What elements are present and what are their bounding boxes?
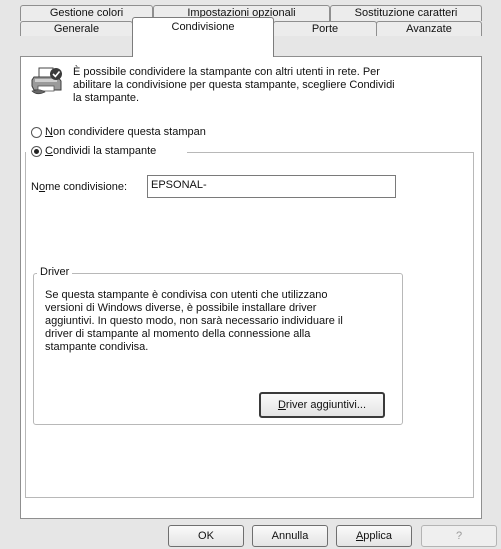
driver-group-title: Driver (37, 266, 73, 279)
share-radio[interactable] (31, 146, 42, 157)
tab-condivisione[interactable]: Condivisione (132, 17, 274, 57)
info-text-line1: È possibile condividere la stampante con… (73, 66, 380, 78)
cancel-button[interactable]: Annulla (252, 525, 328, 547)
driver-text-line2: versioni di Windows diverse, è possibile… (45, 302, 317, 314)
additional-drivers-button[interactable]: Driver aggiuntivi... (259, 392, 385, 418)
share-group-bottom-border (25, 497, 474, 498)
printer-properties-dialog: { "tabs_row1": ["Gestione colori", "Impo… (0, 0, 501, 549)
tab-sostituzione-caratteri[interactable]: Sostituzione caratteri (330, 5, 482, 21)
driver-text-line3: aggiuntivi. In questo modo, non sarà nec… (45, 315, 343, 327)
apply-button[interactable]: Applica (336, 525, 412, 547)
share-group-right-border (473, 152, 474, 497)
share-name-label: Nome condivisione: (31, 181, 128, 193)
driver-text-line4: driver di stampante al momento della con… (45, 328, 311, 340)
not-share-label[interactable]: Non condividere questa stampan (45, 126, 206, 139)
share-group-left-border (25, 152, 26, 497)
shared-printer-icon (31, 65, 65, 97)
share-name-input[interactable]: EPSONAL- (147, 175, 396, 198)
ok-button[interactable]: OK (168, 525, 244, 547)
driver-text-line1: Se questa stampante è condivisa con uten… (45, 289, 328, 301)
tab-avanzate[interactable]: Avanzate (376, 21, 482, 36)
not-share-radio[interactable] (31, 127, 42, 138)
tab-porte[interactable]: Porte (273, 21, 377, 36)
sharing-tab-panel: È possibile condividere la stampante con… (20, 56, 482, 519)
help-button[interactable]: ? (421, 525, 497, 547)
driver-text-line5: stampante condivisa. (45, 341, 149, 353)
info-text-line2: abilitare la condivisione per questa sta… (73, 79, 395, 91)
share-group-separator (187, 152, 474, 153)
tab-generale[interactable]: Generale (20, 21, 133, 36)
info-text-line3: la stampante. (73, 92, 140, 104)
share-label[interactable]: Condividi la stampante (45, 145, 156, 158)
